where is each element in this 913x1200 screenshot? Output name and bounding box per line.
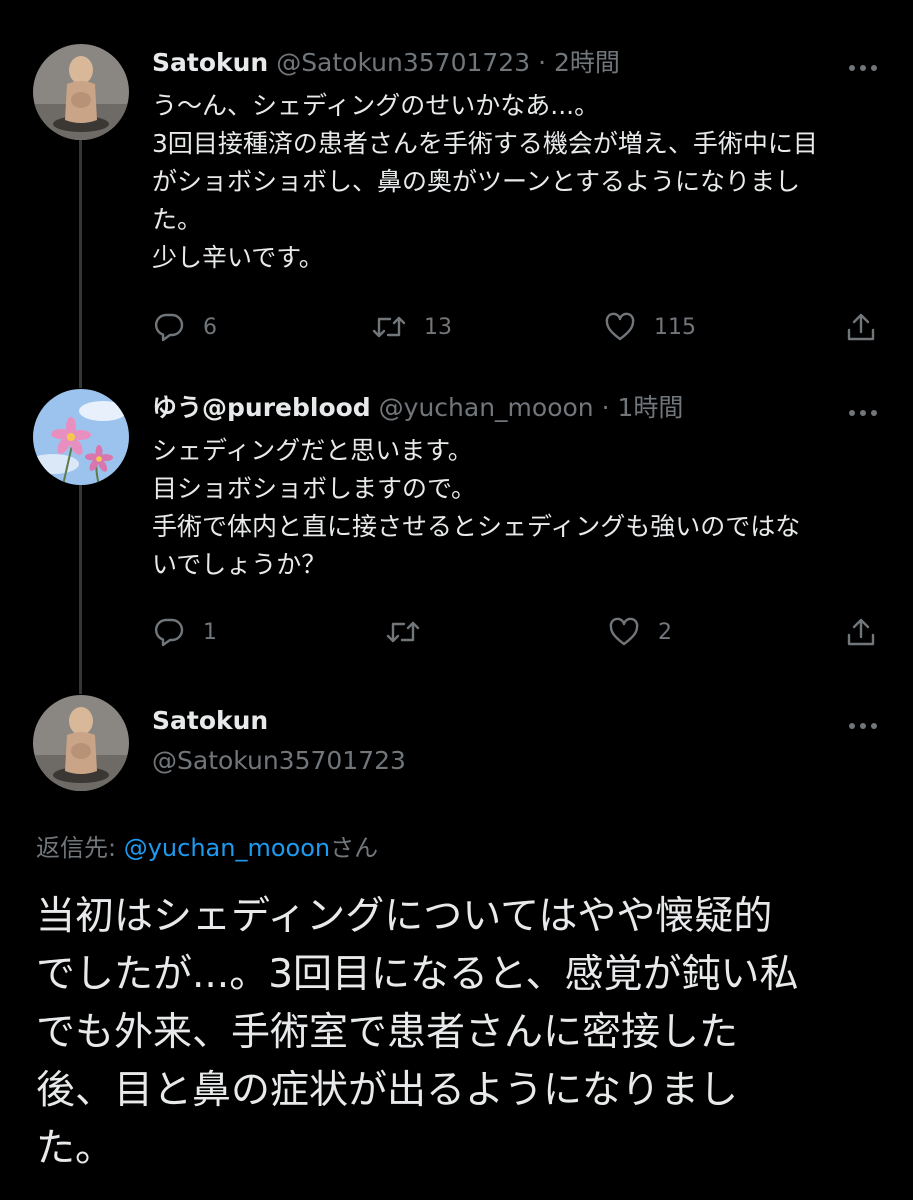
avatar[interactable]: [33, 44, 129, 140]
tweet-text: う〜ん、シェディングのせいかなあ...。 3回目接種済の患者さんを手術する機会が…: [152, 91, 818, 272]
share-icon: [847, 313, 875, 341]
reply-to-prefix: 返信先:: [36, 834, 124, 862]
tweet-header: Satokun @Satokun35701723 · 2時間: [152, 46, 620, 80]
reply-button[interactable]: 1: [153, 617, 217, 647]
like-icon: [605, 312, 635, 341]
like-icon: [609, 617, 639, 646]
reply-icon: [154, 313, 184, 342]
user-handle: @Satokun35701723: [152, 746, 406, 775]
like-button[interactable]: 2: [608, 617, 672, 647]
display-name: Satokun: [152, 706, 269, 735]
reply-count: 1: [203, 619, 217, 645]
avatar[interactable]: [33, 389, 129, 485]
more-icon[interactable]: [848, 716, 878, 729]
avatar[interactable]: [33, 695, 129, 791]
display-name[interactable]: ゆう@pureblood: [152, 393, 371, 422]
reply-to-line: 返信先: @yuchan_mooonさん: [36, 828, 378, 863]
share-icon: [847, 618, 875, 646]
retweet-button[interactable]: 13: [372, 312, 452, 342]
reply-icon: [154, 618, 184, 647]
main-display-name[interactable]: Satokun: [152, 704, 268, 738]
reply-to-mention[interactable]: @yuchan_mooon: [124, 834, 330, 862]
main-user-handle[interactable]: @Satokun35701723: [152, 744, 406, 778]
reply-button[interactable]: 6: [153, 312, 217, 342]
main-tweet-text: 当初はシェディングについてはやや懐疑的 でしたが...。3回目になると、感覚が鈍…: [36, 894, 799, 1171]
retweet-count: 13: [424, 314, 452, 340]
user-handle[interactable]: @yuchan_mooon: [379, 393, 594, 422]
tweet-header: ゆう@pureblood @yuchan_mooon · 1時間: [152, 391, 683, 425]
like-count: 115: [654, 314, 696, 340]
reply-to-suffix: さん: [330, 834, 379, 862]
timestamp[interactable]: 2時間: [554, 48, 620, 77]
thread-line: [79, 484, 82, 694]
more-icon[interactable]: [848, 403, 878, 416]
retweet-icon: [386, 621, 420, 643]
like-button[interactable]: 115: [604, 312, 696, 342]
share-button[interactable]: [845, 616, 877, 648]
display-name[interactable]: Satokun: [152, 48, 268, 77]
retweet-button[interactable]: [386, 617, 438, 647]
user-handle[interactable]: @Satokun35701723: [276, 48, 530, 77]
timestamp[interactable]: 1時間: [618, 393, 684, 422]
share-button[interactable]: [845, 311, 877, 343]
separator: ·: [601, 393, 610, 422]
more-icon[interactable]: [848, 58, 878, 71]
separator: ·: [538, 48, 547, 77]
reply-count: 6: [203, 314, 217, 340]
like-count: 2: [658, 619, 672, 645]
retweet-icon: [372, 316, 406, 338]
tweet-text: シェディングだと思います。 目ショボショボしますので。 手術で体内と直に接させる…: [152, 436, 801, 579]
thread-line: [79, 140, 82, 388]
